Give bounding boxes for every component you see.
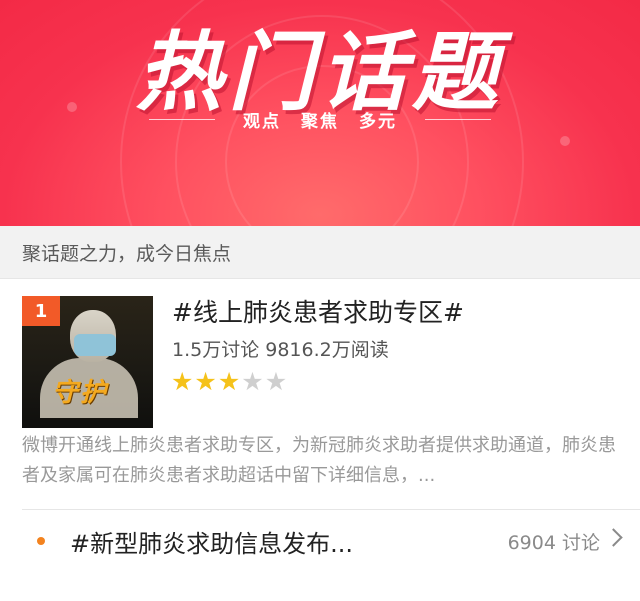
topic-list-item-title[interactable]: #新型肺炎求助信息发布...: [70, 524, 353, 559]
featured-topic-card[interactable]: 守护 1 #线上肺炎患者求助专区# 1.5万讨论 9816.2万阅读 ★ ★ ★…: [0, 279, 640, 511]
topic-thumbnail[interactable]: 守护 1: [22, 296, 153, 428]
chevron-right-icon: [604, 528, 623, 547]
subtitle-word: 观点: [243, 112, 281, 132]
star-icon: ★: [171, 367, 194, 396]
star-icon: ★: [194, 367, 217, 396]
topic-title[interactable]: #线上肺炎患者求助专区#: [172, 293, 464, 329]
star-icon: ★: [264, 367, 288, 396]
thumbnail-mask: [74, 334, 116, 356]
topic-list-item[interactable]: #新型肺炎求助信息发布... 6904 讨论: [0, 510, 640, 570]
subtitle-divider-right: [425, 119, 491, 120]
banner-decor-dot: [560, 136, 570, 146]
topic-stats: 1.5万讨论 9816.2万阅读: [172, 339, 389, 361]
bullet-dot-icon: [37, 537, 45, 545]
thumbnail-calligraphy: 守护: [52, 378, 109, 408]
topic-list-item-count: 6904 讨论: [507, 532, 600, 554]
star-icon: ★: [217, 367, 241, 396]
subtitle-divider-left: [149, 119, 215, 120]
hero-banner: 热门话题 观点 聚焦 多元: [0, 0, 640, 226]
topic-rating: ★ ★ ★ ★ ★: [171, 368, 288, 396]
rank-badge: 1: [22, 296, 60, 326]
banner-subtitle: 观点 聚焦 多元: [0, 107, 640, 132]
topic-description: 微博开通线上肺炎患者求助专区，为新冠肺炎求助者提供求助通道，肺炎患者及家属可在肺…: [22, 435, 616, 486]
subtitle-word: 多元: [359, 112, 397, 132]
subtitle-word: 聚焦: [301, 112, 339, 132]
section-header: 聚话题之力，成今日焦点: [0, 226, 640, 279]
star-icon: ★: [241, 367, 264, 396]
